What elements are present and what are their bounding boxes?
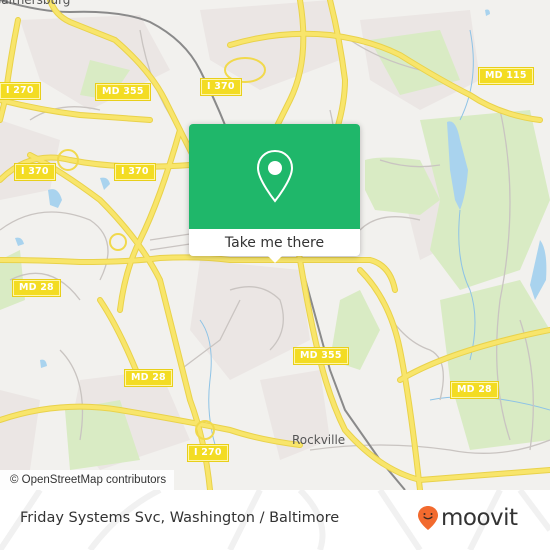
road-shield-md115: MD 115 <box>479 68 533 84</box>
moovit-logo[interactable]: moovit <box>417 505 518 531</box>
road-shield-md355: MD 355 <box>294 348 348 364</box>
road-shield-md355: MD 355 <box>96 84 150 100</box>
map-view[interactable]: Gaithersburg Rockville I 270 MD 355 I 37… <box>0 0 550 490</box>
road-shield-i370: I 370 <box>15 164 55 180</box>
road-shield-i270: I 270 <box>188 445 228 461</box>
popup-pin-area[interactable] <box>189 124 360 229</box>
location-title: Friday Systems Svc, Washington / Baltimo… <box>20 510 340 526</box>
place-label-rockville: Rockville <box>292 433 346 447</box>
location-popup: Take me there <box>189 124 360 263</box>
road-shield-md28: MD 28 <box>451 382 498 398</box>
location-pin-icon <box>256 149 293 203</box>
popup-tail <box>267 255 283 263</box>
road-shield-i370: I 370 <box>115 164 155 180</box>
road-shield-md28: MD 28 <box>125 370 172 386</box>
road-shield-md28: MD 28 <box>13 280 60 296</box>
moovit-pin-icon <box>418 506 438 530</box>
take-me-there-button[interactable]: Take me there <box>189 229 360 256</box>
moovit-wordmark: moovit <box>441 505 518 531</box>
road-shield-i370: I 370 <box>201 79 241 95</box>
place-label-gaithersburg: Gaithersburg <box>0 0 71 7</box>
map-attribution[interactable]: © OpenStreetMap contributors <box>0 470 175 490</box>
road-shield-i270: I 270 <box>0 83 40 99</box>
